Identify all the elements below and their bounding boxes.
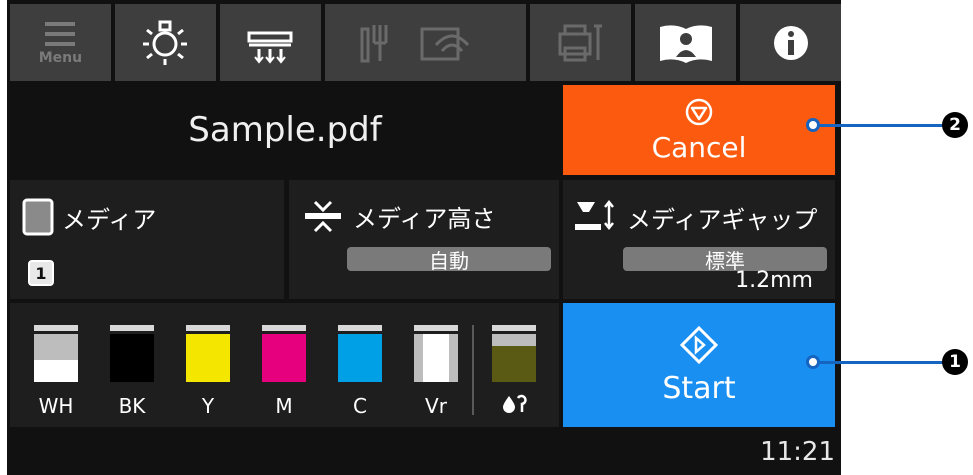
ink-cap [186, 325, 230, 331]
ink-fill [110, 334, 154, 382]
stop-icon [685, 98, 713, 125]
network-button[interactable] [324, 4, 527, 81]
media-feed-icon [247, 31, 293, 64]
ink-level-bar [262, 334, 306, 382]
media-height-title: メディア高さ [301, 198, 495, 234]
maintenance-box-level-bar [492, 334, 536, 382]
ink-cap [34, 325, 78, 331]
media-gap-icon [575, 199, 614, 231]
light-icon [143, 20, 188, 65]
light-button[interactable] [114, 4, 216, 81]
media-title: メディア [22, 198, 156, 236]
clock: 11:21 [760, 437, 835, 467]
menu-icon [45, 21, 76, 46]
menu-button[interactable]: Menu [10, 4, 111, 81]
ink-level-bar [34, 334, 78, 382]
ink-cap [492, 325, 536, 331]
job-file-name: Sample.pdf [188, 110, 382, 150]
start-label: Start [662, 370, 736, 406]
media-tile[interactable]: メディア 1 [10, 180, 284, 299]
maintenance-icon [558, 24, 602, 61]
ink-cartridge-m: M [262, 325, 306, 418]
ink-fill [262, 334, 306, 382]
media-feed-button[interactable] [219, 4, 321, 81]
ink-label: Y [201, 394, 215, 418]
menu-label: Menu [38, 49, 83, 66]
media-sheet-icon [22, 198, 54, 236]
media-gap-tile[interactable]: メディアギャップ 標準 1.2mm [563, 180, 835, 299]
ink-fill [34, 360, 78, 382]
ink-label: BK [118, 394, 146, 418]
cancel-button[interactable]: Cancel [563, 85, 835, 175]
ink-levels[interactable]: WH BK Y M C Vr [10, 303, 559, 427]
ink-cap [338, 325, 382, 331]
ink-level-bar [338, 334, 382, 382]
ink-level-bar [414, 334, 458, 382]
ink-cartridge-wh: WH [34, 325, 78, 418]
callout-number-cancel: 2 [942, 112, 968, 138]
ink-fill [338, 334, 382, 382]
ink-cap [262, 325, 306, 331]
manual-icon [659, 24, 712, 63]
maintenance-button[interactable] [530, 4, 632, 81]
media-gap-label: メディアギャップ [627, 205, 818, 234]
callout-line-cancel [813, 124, 943, 127]
callout-line-start [813, 361, 943, 364]
media-height-icon [305, 200, 341, 233]
start-button[interactable]: Start [563, 303, 835, 427]
media-gap-title: メディアギャップ [571, 198, 817, 236]
media-height-tile[interactable]: メディア高さ 自動 [289, 180, 559, 299]
ink-label: C [353, 394, 367, 418]
ink-cap [110, 325, 154, 331]
waste-ink-icon [503, 394, 527, 413]
ink-cap [414, 325, 458, 331]
ink-fill [414, 334, 458, 382]
ink-label: WH [38, 394, 74, 418]
manual-button[interactable] [635, 4, 737, 81]
cancel-label: Cancel [651, 130, 747, 164]
info-icon [773, 25, 808, 60]
ink-label: M [275, 394, 293, 418]
info-button[interactable] [740, 4, 841, 81]
media-gap-value: 1.2mm [735, 268, 813, 293]
ink-cartridge-y: Y [186, 325, 230, 418]
callout-number-start: 1 [942, 349, 968, 375]
media-height-value: 自動 [347, 247, 551, 273]
media-label: メディア [62, 205, 157, 234]
ink-fill [492, 346, 536, 382]
ink-cartridge-c: C [338, 325, 382, 418]
callout-dot-cancel [806, 118, 820, 132]
ink-level-bar [110, 334, 154, 382]
top-toolbar: Menu [10, 4, 841, 81]
start-diamond-icon [679, 325, 719, 364]
maintenance-box-label [492, 394, 536, 419]
network-icon [360, 24, 469, 62]
media-height-label: メディア高さ [353, 204, 496, 233]
ink-fill [186, 334, 230, 382]
media-number-badge: 1 [28, 260, 54, 286]
maintenance-box [492, 325, 536, 419]
ink-cartridge-bk: BK [110, 325, 154, 418]
ink-divider [472, 325, 474, 415]
status-bar: 11:21 [10, 432, 835, 472]
ink-level-bar [186, 334, 230, 382]
callout-dot-start [806, 355, 820, 369]
ink-label: Vr [425, 394, 447, 418]
ink-cartridge-vr: Vr [414, 325, 458, 418]
